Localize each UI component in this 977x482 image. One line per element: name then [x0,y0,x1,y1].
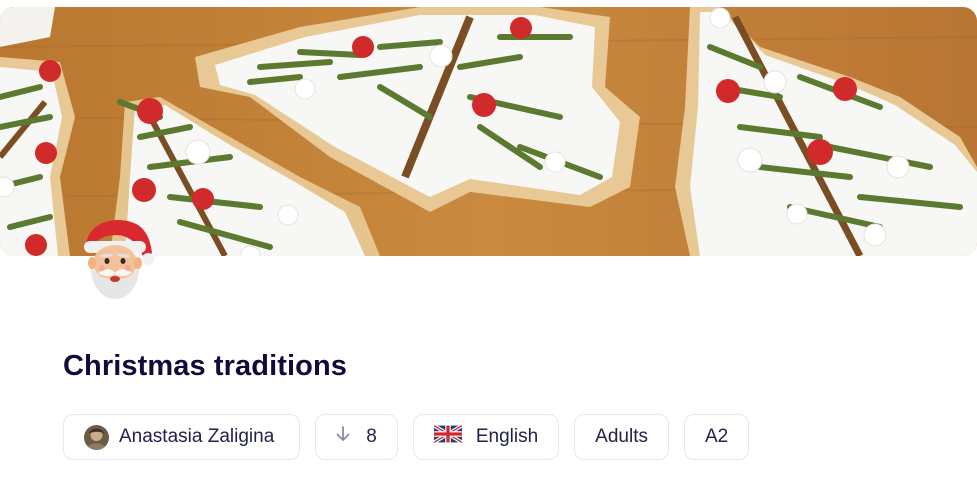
language-label: English [475,426,539,447]
uk-flag-icon [432,423,463,449]
downloads-count: 8 [366,426,377,447]
author-avatar [84,424,109,450]
arrow-down-icon [336,426,350,448]
language-chip[interactable]: English [412,414,560,460]
level-label: A2 [704,426,729,447]
author-chip[interactable]: Anastasia Zaligina [63,414,301,460]
audience-label: Adults [595,426,648,447]
audience-chip[interactable]: Adults [574,414,669,460]
downloads-chip[interactable]: 8 [315,414,398,460]
level-chip[interactable]: A2 [683,414,750,460]
lesson-meta-chips: Anastasia Zaligina 8 English Adults A2 [63,414,750,460]
lesson-title: Christmas traditions [63,350,347,382]
author-name: Anastasia Zaligina [119,426,275,447]
santa-emoji-icon [78,213,156,299]
